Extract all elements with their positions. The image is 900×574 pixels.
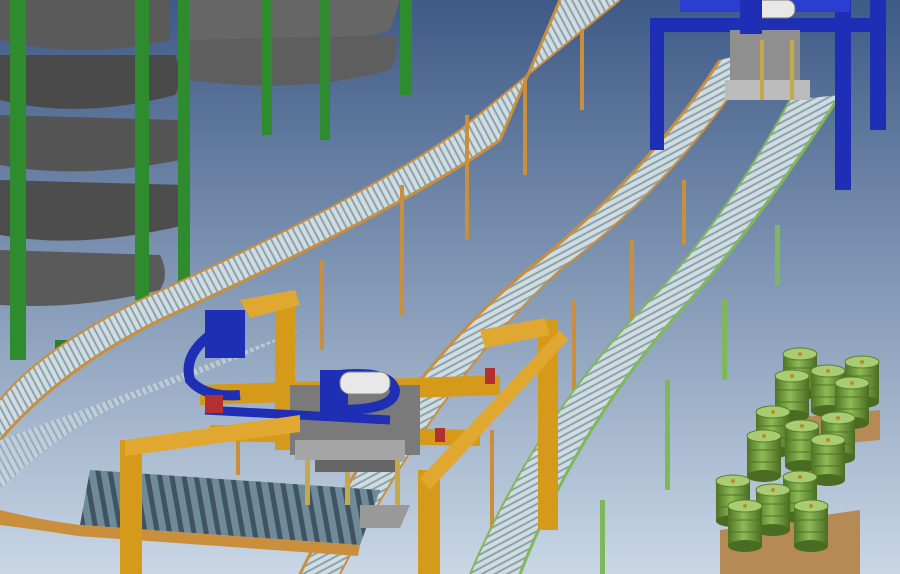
industrial-conveyor-render <box>0 0 900 574</box>
